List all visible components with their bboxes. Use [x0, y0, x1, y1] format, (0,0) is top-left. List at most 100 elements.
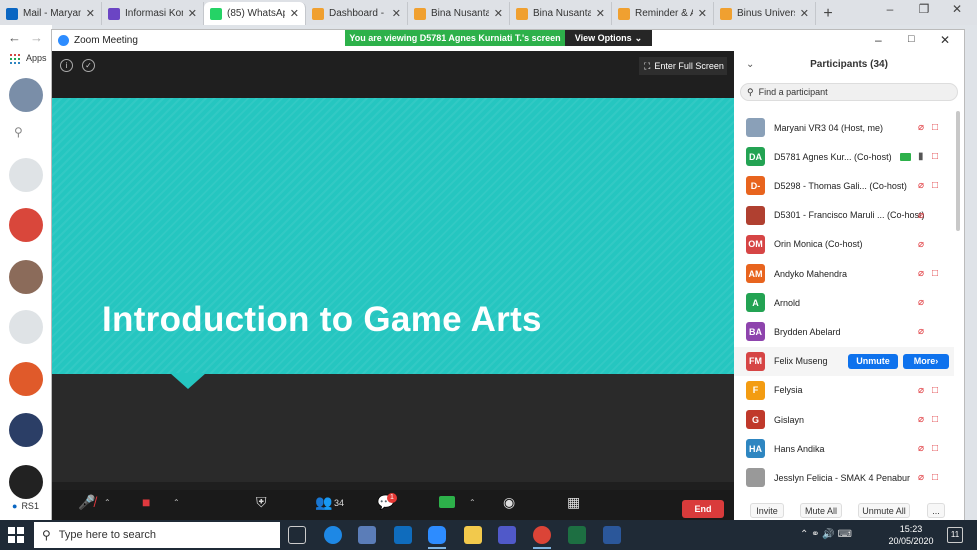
avatar[interactable] — [9, 362, 43, 396]
tab-close-icon[interactable]: ✕ — [392, 7, 401, 20]
breakout-rooms-icon[interactable]: ▦ — [567, 494, 580, 511]
forward-icon[interactable]: → — [30, 30, 43, 45]
participant-search-input[interactable]: ⚲ Find a participant — [740, 83, 958, 101]
avatar[interactable] — [9, 158, 43, 192]
avatar[interactable] — [9, 78, 43, 112]
participant-row[interactable]: Maryani VR3 04 (Host, me) ⌀ □ — [734, 113, 954, 142]
mute-mic-icon[interactable]: 🎤̸ — [78, 494, 95, 511]
window-title: Zoom Meeting — [74, 35, 138, 46]
participant-row[interactable]: D- D5298 - Thomas Gali... (Co-host) ⌀ □ — [734, 171, 954, 200]
windows-start-icon[interactable] — [8, 527, 24, 543]
browser-tab[interactable]: Bina Nusantar ✕ — [408, 2, 510, 25]
close-icon[interactable]: ✕ — [940, 33, 950, 47]
tab-close-icon[interactable]: ✕ — [698, 7, 707, 20]
chrome-icon[interactable] — [533, 526, 551, 544]
excel-icon[interactable] — [568, 526, 586, 544]
avatar[interactable] — [9, 413, 43, 447]
new-tab-button[interactable]: + — [816, 2, 840, 25]
active-indicator — [428, 547, 446, 549]
word-icon[interactable] — [603, 526, 621, 544]
browser-tab[interactable]: (85) WhatsApp ✕ — [204, 2, 306, 25]
avatar[interactable] — [9, 260, 43, 294]
meeting-toolbar: 🎤̸ ⌃ ■ ⌃ ⛨ 👥 34 💬 1 ⌃ ◉ ▦ End — [52, 490, 734, 520]
apps-label[interactable]: Apps — [26, 53, 47, 63]
participants-icon[interactable]: 👥 — [315, 494, 332, 511]
browser-tab[interactable]: Informasi Kon ✕ — [102, 2, 204, 25]
taskbar-clock[interactable]: 15:23 20/05/2020 — [888, 523, 934, 547]
browser-tab[interactable]: Dashboard - I ✕ — [306, 2, 408, 25]
avatar[interactable] — [9, 310, 43, 344]
avatar[interactable] — [9, 465, 43, 499]
browser-tab[interactable]: Mail - Maryani ✕ — [0, 2, 102, 25]
participant-row[interactable]: AM Andyko Mahendra ⌀ □ — [734, 259, 954, 288]
browser-tab[interactable]: Reminder & A ✕ — [612, 2, 714, 25]
mail-icon[interactable] — [394, 526, 412, 544]
unmute-button[interactable]: Unmute — [848, 353, 898, 369]
zoom-taskbar-icon[interactable] — [428, 526, 446, 544]
view-options-button[interactable]: View Options ⌄ — [565, 30, 652, 46]
browser-tab[interactable]: Bina Nusantar ✕ — [510, 2, 612, 25]
participant-avatar — [746, 118, 765, 137]
participant-row[interactable]: OM Orin Monica (Co-host) ⌀ — [734, 230, 954, 259]
maximize-icon[interactable]: □ — [908, 33, 915, 45]
participant-row[interactable]: Jesslyn Felicia - SMAK 4 Penabur ⌀ □ — [734, 463, 954, 492]
store-icon[interactable] — [358, 526, 376, 544]
participant-row[interactable]: F Felysia ⌀ □ — [734, 376, 954, 405]
participant-row[interactable]: A Arnold ⌀ — [734, 288, 954, 317]
participant-avatar: AM — [746, 264, 765, 283]
share-screen-icon[interactable] — [439, 496, 455, 508]
tab-close-icon[interactable]: ✕ — [290, 7, 299, 20]
rs1-item[interactable]: ● RS1 — [0, 496, 52, 516]
participant-avatar: FM — [746, 351, 765, 371]
end-meeting-button[interactable]: End — [682, 500, 724, 518]
file-explorer-icon[interactable] — [464, 526, 482, 544]
taskbar-search-placeholder: Type here to search — [58, 529, 157, 541]
chevron-up-icon[interactable]: ⌃ — [469, 498, 476, 507]
video-off-icon: □ — [932, 180, 939, 192]
security-shield-icon[interactable]: ⛨ — [256, 494, 267, 511]
zoom-logo-icon — [58, 35, 69, 46]
participant-row[interactable]: BA Brydden Abelard ⌀ — [734, 317, 954, 346]
chevron-up-icon[interactable]: ⌃ — [104, 498, 111, 507]
search-icon[interactable]: ⚲ — [14, 125, 23, 139]
tab-close-icon[interactable]: ✕ — [494, 7, 503, 20]
task-view-icon[interactable] — [288, 526, 306, 544]
participant-row[interactable]: D5301 - Francisco Maruli ... (Co-host) ⌀ — [734, 201, 954, 230]
taskbar-search-input[interactable]: ⚲ Type here to search — [34, 522, 280, 548]
info-icon[interactable]: i — [60, 59, 73, 72]
tab-close-icon[interactable]: ✕ — [800, 7, 809, 20]
browser-tab[interactable]: Binus Universit ✕ — [714, 2, 816, 25]
more-label: More — [913, 356, 936, 367]
participant-row[interactable]: HA Hans Andika ⌀ □ — [734, 434, 954, 463]
participant-row[interactable]: DA D5781 Agnes Kur... (Co-host) ▮ □ — [734, 142, 954, 171]
chevron-down-icon: ⌄ — [634, 32, 643, 43]
close-icon[interactable]: ✕ — [942, 2, 972, 16]
record-icon[interactable]: ◉ — [503, 494, 515, 511]
teams-icon[interactable] — [498, 526, 516, 544]
minimize-icon[interactable]: – — [875, 2, 905, 16]
restore-icon[interactable]: ❐ — [909, 2, 939, 16]
edge-icon[interactable] — [324, 526, 342, 544]
back-icon[interactable]: ← — [8, 30, 21, 45]
invite-button[interactable]: Invite — [750, 503, 784, 518]
apps-grid-icon[interactable] — [10, 53, 20, 64]
mute-all-button[interactable]: Mute All — [800, 503, 842, 518]
minimize-icon[interactable]: – — [875, 33, 882, 47]
stop-video-icon[interactable]: ■ — [142, 494, 150, 510]
tab-close-icon[interactable]: ✕ — [86, 7, 95, 20]
shield-icon[interactable]: ✓ — [82, 59, 95, 72]
scrollbar[interactable] — [956, 111, 960, 231]
enter-full-screen-button[interactable]: ⛶ Enter Full Screen — [639, 57, 727, 75]
muted-mic-icon: ▮ — [918, 151, 924, 163]
participant-row[interactable]: FM Felix Museng Unmute More › — [734, 346, 954, 376]
participant-row[interactable]: G Gislayn ⌀ □ — [734, 405, 954, 434]
chevron-up-icon[interactable]: ⌃ — [173, 498, 180, 507]
unmute-all-button[interactable]: Unmute All — [858, 503, 910, 518]
more-options-button[interactable]: ... — [927, 503, 945, 518]
notification-center-icon[interactable]: 11 — [947, 527, 963, 543]
avatar[interactable] — [9, 208, 43, 242]
more-button[interactable]: More › — [903, 353, 949, 369]
tab-close-icon[interactable]: ✕ — [596, 7, 605, 20]
system-tray[interactable]: ⌃ ⚭ 🔊 ⌨ — [800, 529, 852, 540]
tab-close-icon[interactable]: ✕ — [188, 7, 197, 20]
